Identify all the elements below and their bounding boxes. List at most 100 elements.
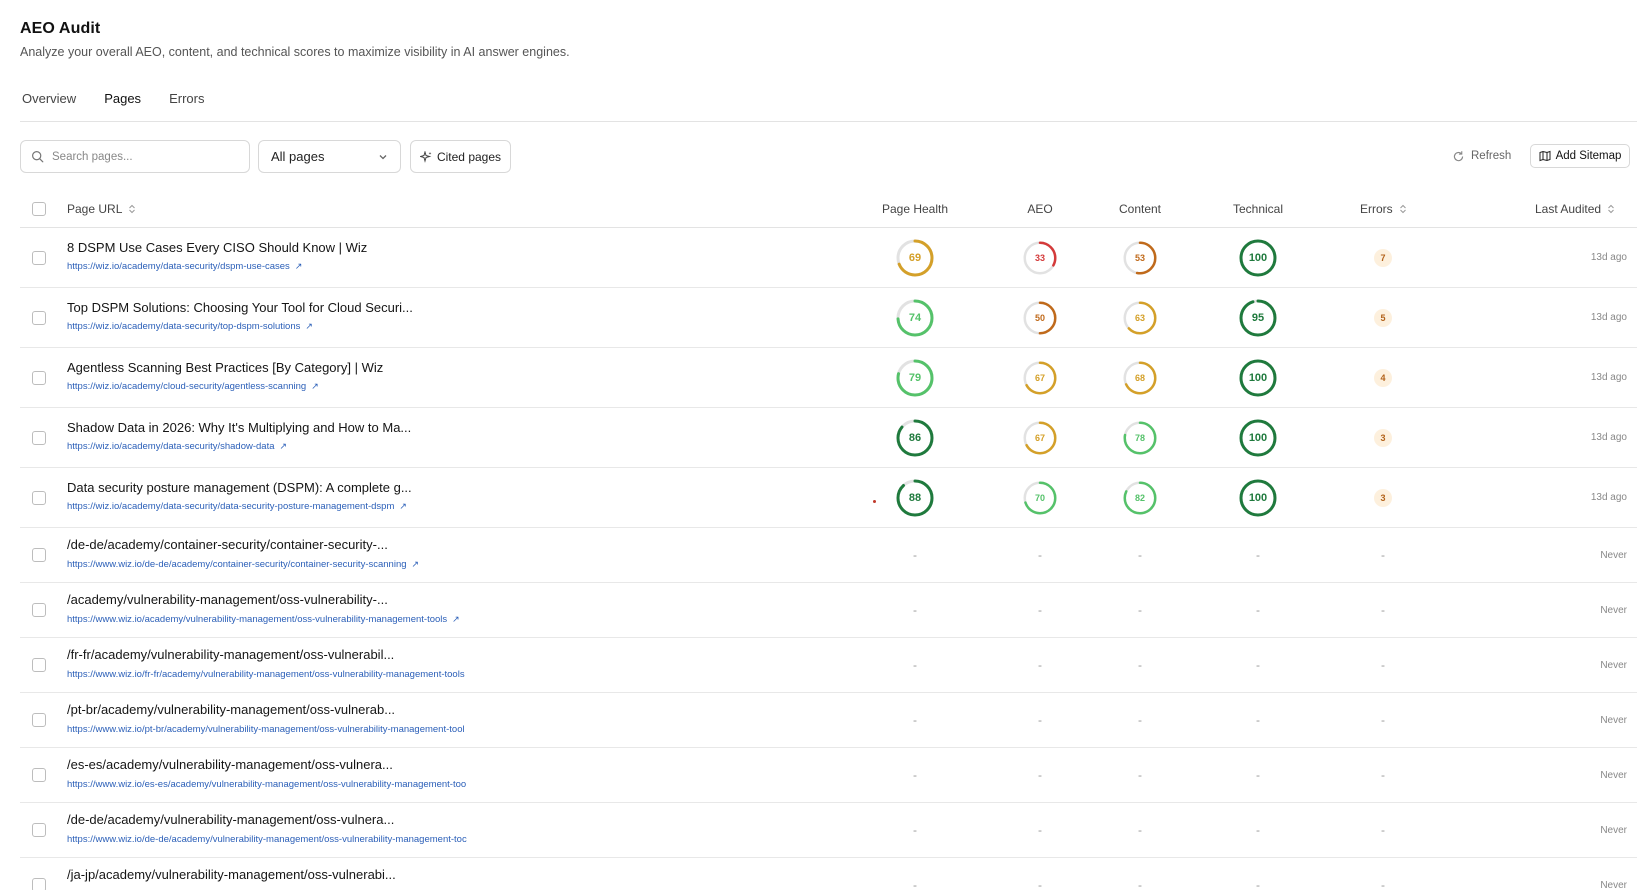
page-url-link[interactable]: https://wiz.io/academy/data-security/top…: [67, 321, 313, 332]
last-audited: Never: [1600, 769, 1627, 781]
table-row[interactable]: /pt-br/academy/vulnerability-management/…: [20, 693, 1637, 748]
content-cell: -: [1110, 858, 1170, 890]
row-checkbox[interactable]: [32, 878, 46, 890]
row-checkbox[interactable]: [32, 713, 46, 727]
sort-icon: [1608, 204, 1614, 214]
row-checkbox[interactable]: [32, 430, 46, 445]
content-empty: -: [1138, 603, 1142, 617]
page-url-link[interactable]: https://www.wiz.io/academy/vulnerability…: [67, 614, 460, 625]
page-url-text: https://www.wiz.io/pt-br/academy/vulnera…: [67, 724, 465, 735]
content-empty: -: [1138, 768, 1142, 782]
table-row[interactable]: Agentless Scanning Best Practices [By Ca…: [20, 348, 1637, 408]
table-row[interactable]: /ja-jp/academy/vulnerability-management/…: [20, 858, 1637, 890]
errors-cell: -: [1353, 858, 1413, 890]
aeo-cell: -: [1010, 858, 1070, 890]
errors-empty: -: [1381, 878, 1385, 890]
external-link-icon: ↗: [294, 261, 303, 271]
aeo-empty: -: [1038, 713, 1042, 727]
page-title-text: /es-es/academy/vulnerability-management/…: [67, 757, 393, 772]
errors-count-badge: 3: [1374, 488, 1392, 507]
row-checkbox[interactable]: [32, 490, 46, 505]
table-row[interactable]: Top DSPM Solutions: Choosing Your Tool f…: [20, 288, 1637, 348]
page-url-link[interactable]: https://wiz.io/academy/data-security/sha…: [67, 441, 287, 452]
technical-score-ring: 100: [1239, 359, 1277, 397]
page-url-link[interactable]: https://wiz.io/academy/data-security/dsp…: [67, 261, 302, 272]
cited-pages-label: Cited pages: [436, 149, 502, 164]
search-input[interactable]: [52, 150, 232, 163]
errors-empty: -: [1381, 603, 1385, 617]
row-checkbox[interactable]: [32, 823, 46, 837]
cited-pages-button[interactable]: Cited pages: [410, 140, 511, 173]
last-audited: 13d ago: [1590, 432, 1627, 443]
page-url-link[interactable]: https://www.wiz.io/fr-fr/academy/vulnera…: [67, 669, 465, 680]
technical-empty: -: [1256, 658, 1260, 672]
column-errors[interactable]: Errors: [1360, 190, 1407, 228]
errors-empty: -: [1381, 658, 1385, 672]
table-row[interactable]: /de-de/academy/vulnerability-management/…: [20, 803, 1637, 858]
table-row[interactable]: /es-es/academy/vulnerability-management/…: [20, 748, 1637, 803]
tab-bar: Overview Pages Errors: [20, 86, 1637, 122]
page-title-text: /pt-br/academy/vulnerability-management/…: [67, 702, 396, 717]
technical-score-value: 100: [1248, 491, 1268, 504]
column-page-url-label: Page URL: [67, 202, 123, 216]
page-url-link[interactable]: https://www.wiz.io/pt-br/academy/vulnera…: [67, 724, 465, 735]
add-sitemap-label: Add Sitemap: [1555, 150, 1622, 162]
row-checkbox[interactable]: [32, 548, 46, 562]
page-url-link[interactable]: https://wiz.io/academy/cloud-security/ag…: [67, 381, 319, 392]
sort-icon: [1399, 204, 1406, 214]
technical-cell: -: [1228, 693, 1288, 747]
page-url-link[interactable]: https://www.wiz.io/de-de/academy/vulnera…: [67, 834, 467, 845]
aeo-empty: -: [1038, 878, 1042, 890]
page-filter-value: All pages: [271, 149, 325, 164]
column-page-url[interactable]: Page URL: [67, 190, 136, 228]
errors-cell: 3: [1353, 468, 1413, 527]
row-checkbox[interactable]: [32, 370, 46, 385]
table-row[interactable]: 8 DSPM Use Cases Every CISO Should Know …: [20, 228, 1637, 288]
refresh-button[interactable]: Refresh: [1452, 144, 1511, 168]
technical-empty: -: [1256, 548, 1260, 562]
page-filter-select[interactable]: All pages: [258, 140, 401, 173]
page-url-link[interactable]: https://www.wiz.io/de-de/academy/contain…: [67, 559, 419, 570]
row-checkbox[interactable]: [32, 310, 46, 325]
aeo-cell: 67: [1010, 348, 1070, 407]
tab-errors[interactable]: Errors: [167, 86, 206, 122]
content-cell: -: [1110, 638, 1170, 692]
column-aeo: AEO: [1027, 202, 1053, 216]
row-checkbox[interactable]: [32, 603, 46, 617]
health-cell: 88: [885, 468, 945, 527]
health-cell: 69: [885, 228, 945, 287]
external-link-icon: ↗: [399, 501, 407, 511]
column-page-health: Page Health: [881, 202, 949, 216]
errors-cell: -: [1353, 803, 1413, 857]
row-checkbox[interactable]: [32, 658, 46, 672]
add-sitemap-button[interactable]: Add Sitemap: [1530, 144, 1630, 168]
table-row[interactable]: Shadow Data in 2026: Why It's Multiplyin…: [20, 408, 1637, 468]
aeo-empty: -: [1038, 548, 1042, 562]
row-checkbox[interactable]: [32, 768, 46, 782]
health-cell: -: [885, 583, 945, 637]
aeo-cell: 50: [1010, 288, 1070, 347]
technical-empty: -: [1256, 768, 1260, 782]
table-row[interactable]: Data security posture management (DSPM):…: [20, 468, 1637, 528]
page-url-link[interactable]: https://www.wiz.io/es-es/academy/vulnera…: [67, 779, 466, 790]
content-score-ring: 68: [1123, 361, 1157, 395]
column-content: Content: [1118, 202, 1162, 216]
page-title-text: /academy/vulnerability-management/oss-vu…: [67, 592, 388, 607]
table-row[interactable]: /de-de/academy/container-security/contai…: [20, 528, 1637, 583]
aeo-score-value: 33: [1034, 252, 1045, 263]
column-last-audited[interactable]: Last Audited: [1535, 190, 1615, 228]
health-empty: -: [913, 603, 917, 617]
tab-overview[interactable]: Overview: [20, 86, 78, 122]
page-url-link[interactable]: https://wiz.io/academy/data-security/dat…: [67, 501, 407, 512]
select-all-checkbox[interactable]: [32, 202, 46, 216]
table-row[interactable]: /fr-fr/academy/vulnerability-management/…: [20, 638, 1637, 693]
search-box[interactable]: [20, 140, 250, 173]
health-empty: -: [913, 878, 917, 890]
column-technical: Technical: [1232, 202, 1284, 216]
last-audited: Never: [1600, 879, 1627, 890]
technical-score-ring: 95: [1239, 299, 1277, 337]
row-checkbox[interactable]: [32, 250, 46, 265]
content-cell: -: [1110, 803, 1170, 857]
table-row[interactable]: /academy/vulnerability-management/oss-vu…: [20, 583, 1637, 638]
tab-pages[interactable]: Pages: [102, 86, 143, 122]
